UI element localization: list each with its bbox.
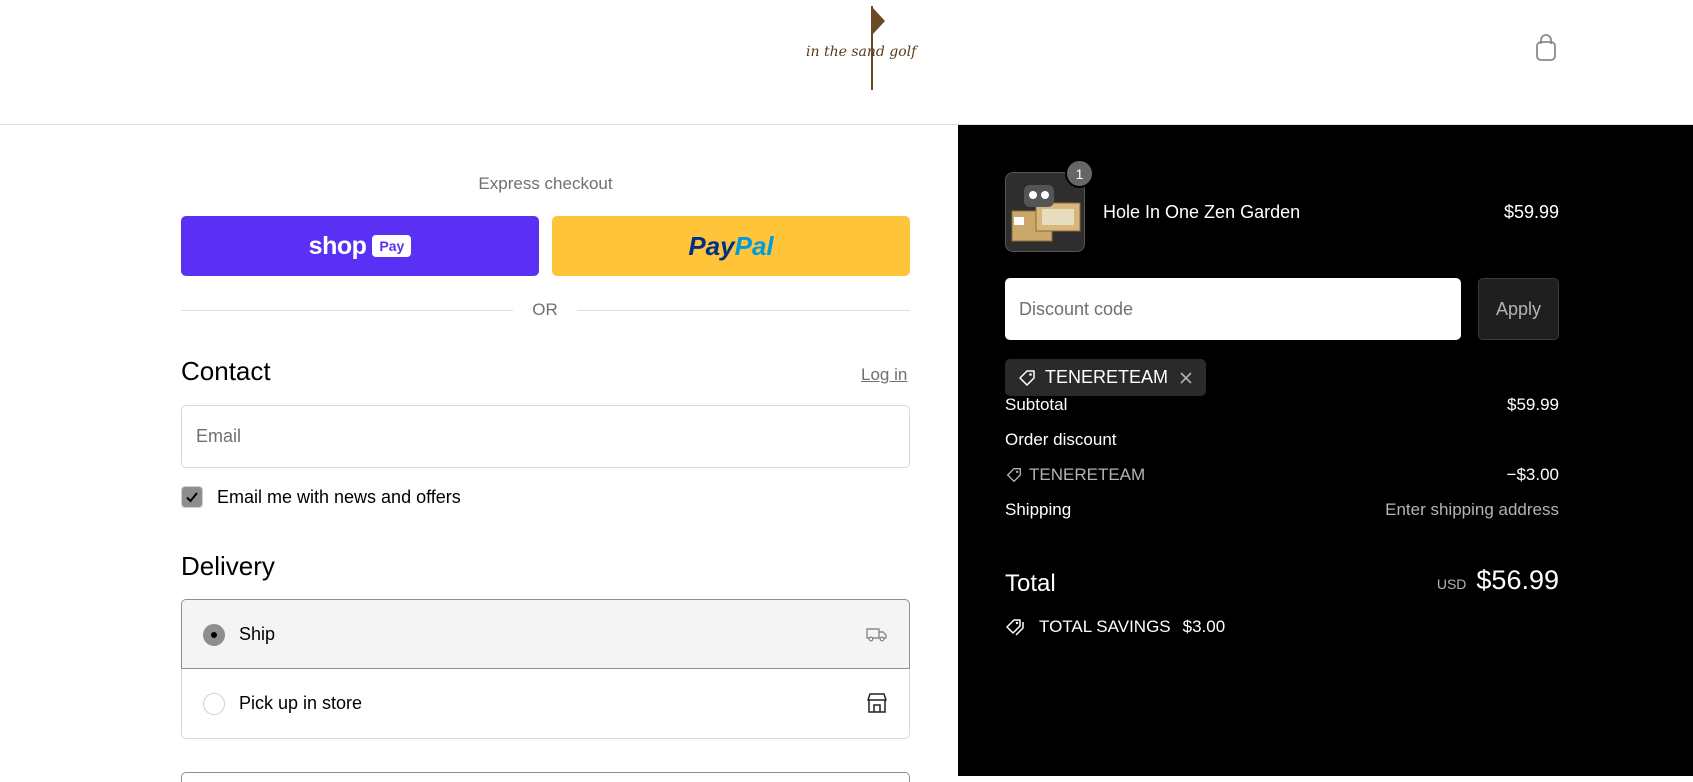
subtotal-row: Subtotal $59.99 <box>1005 395 1559 415</box>
tag-icon <box>1007 468 1021 482</box>
discount-code-input[interactable] <box>1005 278 1461 340</box>
currency-code: USD <box>1436 576 1467 592</box>
flag-icon <box>873 8 885 34</box>
applied-discount-chip: TENERETEAM <box>1005 359 1207 396</box>
newsletter-checkbox[interactable] <box>181 486 203 508</box>
shop-pay-word: shop <box>308 231 367 260</box>
email-input[interactable] <box>182 406 909 467</box>
quantity-badge: 1 <box>1065 159 1094 188</box>
applied-code-label: TENERETEAM <box>1045 367 1169 387</box>
shipping-label: Shipping <box>1005 500 1072 519</box>
discount-value: −$3.00 <box>1506 465 1559 484</box>
paypal-button[interactable]: Pay Pal <box>552 216 910 276</box>
order-summary: 1 Hole In One Zen Garden $59.99 Apply TE… <box>958 125 1693 776</box>
delivery-option-ship[interactable]: Ship <box>181 599 910 669</box>
total-value: USD $56.99 <box>1437 565 1559 596</box>
product-name: Hole In One Zen Garden <box>1103 202 1301 222</box>
delivery-heading: Delivery <box>181 551 275 581</box>
ship-radio[interactable] <box>203 624 225 646</box>
newsletter-label: Email me with news and offers <box>217 486 461 507</box>
store-icon <box>867 693 887 713</box>
order-discount-row: Order discount <box>1005 430 1559 450</box>
delivery-option-pickup[interactable]: Pick up in store <box>181 669 910 739</box>
pickup-label: Pick up in store <box>239 693 363 713</box>
product-price: $59.99 <box>1503 202 1559 222</box>
store-logo[interactable]: in the sand golf <box>800 4 940 90</box>
login-link[interactable]: Log in <box>861 365 907 385</box>
shipping-row: Shipping Enter shipping address <box>1005 500 1559 520</box>
cart-button[interactable] <box>1532 33 1560 63</box>
shipping-value: Enter shipping address <box>1385 500 1559 519</box>
header: in the sand golf <box>0 0 1693 125</box>
contact-heading: Contact <box>181 356 271 386</box>
close-icon <box>1180 371 1192 384</box>
paypal-word-pay: Pay <box>688 230 735 261</box>
shop-pay-badge: Pay <box>372 235 412 257</box>
tag-icon <box>1019 369 1035 386</box>
tags-icon <box>1006 619 1024 636</box>
total-amount: $56.99 <box>1476 565 1559 595</box>
shop-pay-button[interactable]: shop Pay <box>181 216 539 276</box>
discount-code-field[interactable] <box>1005 278 1461 340</box>
ship-label: Ship <box>239 624 276 644</box>
apply-discount-button[interactable]: Apply <box>1478 278 1559 340</box>
total-label: Total <box>1005 570 1056 597</box>
shopping-bag-icon <box>1536 34 1556 61</box>
logo-text: in the sand golf <box>806 44 917 60</box>
discount-code-row: TENERETEAM −$3.00 <box>1005 465 1559 489</box>
subtotal-label: Subtotal <box>1005 395 1068 414</box>
savings-label: TOTAL SAVINGS <box>1039 617 1171 636</box>
paypal-word-pal: Pal <box>734 230 774 261</box>
checkout-form: Express checkout shop Pay Pay Pal OR Cont… <box>0 125 958 782</box>
next-section-edge <box>181 772 910 782</box>
checkmark-icon <box>186 492 198 503</box>
newsletter-checkbox-row[interactable]: Email me with news and offers <box>181 486 461 508</box>
truck-icon <box>866 628 887 642</box>
pickup-radio[interactable] <box>203 693 225 715</box>
order-discount-label: Order discount <box>1005 430 1117 449</box>
discount-code-label: TENERETEAM <box>1029 465 1146 484</box>
or-label: OR <box>513 300 577 320</box>
express-checkout-title: Express checkout <box>478 174 613 193</box>
total-savings: TOTAL SAVINGS $3.00 <box>1005 616 1225 638</box>
savings-value: $3.00 <box>1182 617 1226 636</box>
remove-discount-button[interactable] <box>1178 370 1194 386</box>
subtotal-value: $59.99 <box>1507 395 1559 414</box>
email-field[interactable] <box>181 405 910 468</box>
